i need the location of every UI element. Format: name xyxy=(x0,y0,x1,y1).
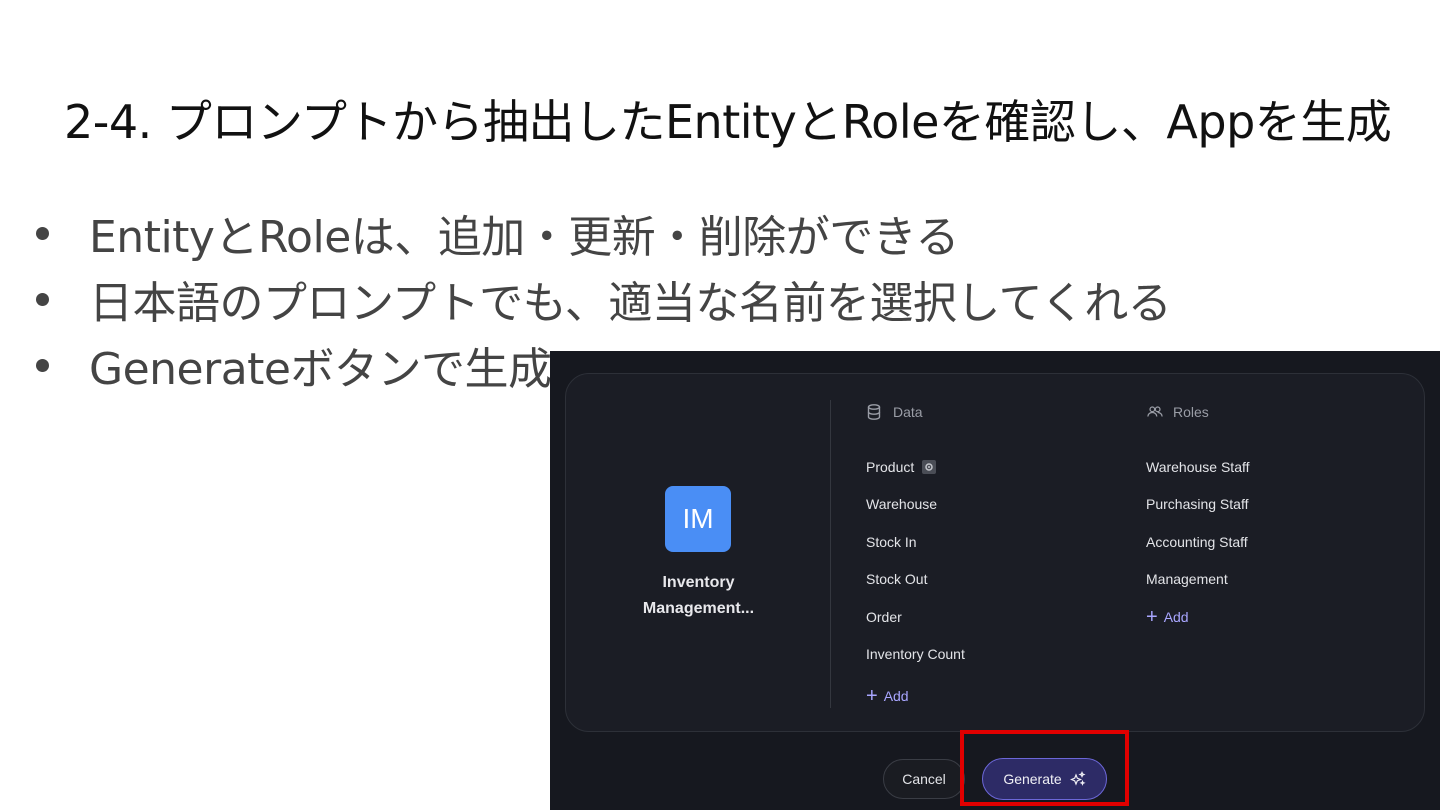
bullet-text: 日本語のプロンプトでも、適当な名前を選択してくれる xyxy=(89,278,1172,329)
entity-item-stock-out[interactable]: Stock Out xyxy=(866,561,965,599)
data-column-header: Data xyxy=(867,402,965,422)
entity-label: Product xyxy=(866,458,915,475)
generate-button[interactable]: Generate xyxy=(982,758,1107,800)
bullet-text: EntityとRoleは、追加・更新・削除ができる xyxy=(89,212,959,263)
app-screenshot: IM Inventory Management... Data Product … xyxy=(550,351,1440,810)
sparkle-icon xyxy=(1069,771,1086,787)
app-avatar: IM xyxy=(665,486,731,552)
bullet-text: Generateボタンで生成 xyxy=(89,344,552,395)
add-role-button[interactable]: + Add xyxy=(1146,598,1250,636)
bullet-dot xyxy=(36,292,49,306)
cancel-button[interactable]: Cancel xyxy=(883,759,965,799)
data-column: Data Product Warehouse Stock In Stock Ou… xyxy=(866,402,965,715)
bullet-dot xyxy=(36,358,49,372)
app-block: IM Inventory Management... xyxy=(566,374,831,731)
app-name-line: Inventory xyxy=(662,574,735,591)
users-icon xyxy=(1147,404,1163,420)
database-icon xyxy=(867,404,883,420)
bullet-item: EntityとRoleは、追加・更新・削除ができる xyxy=(36,200,1171,266)
add-entity-button[interactable]: + Add xyxy=(866,677,965,715)
add-role-label: Add xyxy=(1163,608,1189,625)
roles-column-header: Roles xyxy=(1147,402,1250,422)
role-item-accounting-staff[interactable]: Accounting Staff xyxy=(1146,523,1250,561)
plus-icon: + xyxy=(866,684,878,707)
role-item-purchasing-staff[interactable]: Purchasing Staff xyxy=(1146,486,1250,524)
entity-item-inventory-count[interactable]: Inventory Count xyxy=(866,636,965,674)
plus-icon: + xyxy=(1146,605,1158,628)
data-column-title: Data xyxy=(893,404,923,420)
entity-item-product[interactable]: Product xyxy=(866,448,965,486)
entity-item-order[interactable]: Order xyxy=(866,598,965,636)
roles-column: Roles Warehouse Staff Purchasing Staff A… xyxy=(1146,402,1250,636)
add-entity-label: Add xyxy=(883,687,909,704)
role-list: Warehouse Staff Purchasing Staff Account… xyxy=(1146,448,1250,598)
entity-item-warehouse[interactable]: Warehouse xyxy=(866,486,965,524)
gear-icon[interactable] xyxy=(922,459,937,474)
column-divider xyxy=(830,400,831,708)
app-summary-card: IM Inventory Management... Data Product … xyxy=(565,373,1425,732)
entity-item-stock-in[interactable]: Stock In xyxy=(866,523,965,561)
role-item-warehouse-staff[interactable]: Warehouse Staff xyxy=(1146,448,1250,486)
app-name-line: Management... xyxy=(642,600,755,617)
bullet-item: 日本語のプロンプトでも、適当な名前を選択してくれる xyxy=(36,266,1172,332)
bullet-dot xyxy=(36,226,49,240)
roles-column-title: Roles xyxy=(1173,404,1209,420)
generate-label: Generate xyxy=(1003,771,1062,787)
role-item-management[interactable]: Management xyxy=(1146,561,1250,599)
app-name: Inventory Management... xyxy=(566,570,831,622)
data-entity-list: Product Warehouse Stock In Stock Out Ord… xyxy=(866,448,965,673)
slide-title: 2-4. プロンプトから抽出したEntityとRoleを確認し、Appを生成 xyxy=(64,95,1392,149)
